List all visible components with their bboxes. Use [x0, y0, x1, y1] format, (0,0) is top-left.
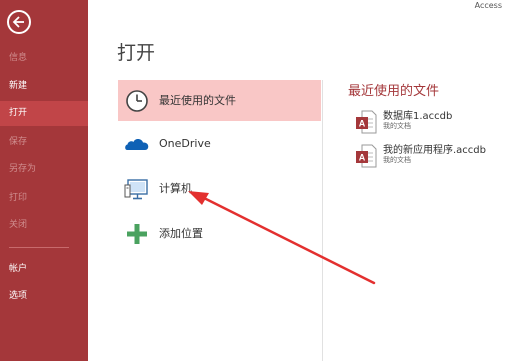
- nav-info[interactable]: 信息: [0, 46, 88, 71]
- place-label: OneDrive: [159, 137, 211, 150]
- file-location: 我的文档: [383, 156, 411, 164]
- computer-icon: [124, 179, 148, 200]
- cloud-icon: [125, 139, 149, 150]
- nav-save[interactable]: 保存: [0, 130, 88, 155]
- back-button[interactable]: [7, 10, 31, 34]
- nav-new[interactable]: 新建: [0, 74, 88, 99]
- nav-close[interactable]: 关闭: [0, 213, 88, 238]
- place-computer[interactable]: 计算机: [118, 168, 321, 209]
- clock-icon: [126, 90, 148, 112]
- sidebar-divider: [9, 247, 69, 248]
- access-file-icon: A: [356, 110, 377, 134]
- backstage-sidebar: 信息 新建 打开 保存 另存为 打印 关闭 帐户 选项: [0, 0, 88, 361]
- file-name: 数据库1.accdb: [383, 111, 453, 122]
- pane-divider: [322, 80, 323, 361]
- svg-text:A: A: [359, 153, 366, 163]
- page-title: 打开: [117, 42, 156, 64]
- nav-print[interactable]: 打印: [0, 186, 88, 211]
- plus-icon: [127, 224, 147, 244]
- access-file-icon: A: [356, 144, 377, 168]
- place-label: 计算机: [159, 182, 192, 195]
- file-location: 我的文档: [383, 122, 411, 130]
- recent-files-title: 最近使用的文件: [348, 84, 440, 99]
- place-add-location[interactable]: 添加位置: [118, 213, 321, 254]
- nav-save-as[interactable]: 另存为: [0, 157, 88, 182]
- place-label: 最近使用的文件: [159, 94, 236, 107]
- place-onedrive[interactable]: OneDrive: [118, 123, 321, 164]
- app-name: Access: [474, 1, 502, 10]
- svg-text:A: A: [359, 119, 366, 129]
- place-recent[interactable]: 最近使用的文件: [118, 80, 321, 121]
- nav-options[interactable]: 选项: [0, 284, 88, 309]
- nav-account[interactable]: 帐户: [0, 257, 88, 282]
- place-label: 添加位置: [159, 227, 203, 240]
- recent-file-item[interactable]: A 数据库1.accdb 我的文档: [356, 107, 516, 135]
- file-name: 我的新应用程序.accdb: [383, 145, 486, 156]
- nav-open[interactable]: 打开: [0, 101, 88, 126]
- back-arrow-icon: [12, 16, 24, 28]
- recent-file-item[interactable]: A 我的新应用程序.accdb 我的文档: [356, 141, 516, 169]
